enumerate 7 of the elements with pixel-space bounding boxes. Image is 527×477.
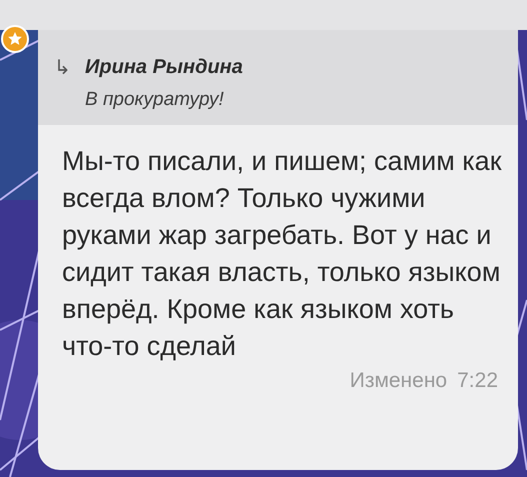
reply-author: Ирина Рындина bbox=[85, 56, 243, 79]
reply-text: В прокуратуру! bbox=[85, 89, 225, 111]
reply-quote[interactable]: ↳ Ирина Рындина В прокуратуру! bbox=[38, 30, 518, 125]
message-time: 7:22 bbox=[457, 369, 498, 393]
reply-arrow: ↳ bbox=[54, 56, 71, 81]
message-text: Мы-то писали, и пишем; самим как всегда влом? Только чужими руками жар загребать. Вот у нас и сидит такая власть, только языком вперёд. Кроме как языком хоть что-то сделай bbox=[62, 145, 503, 363]
edited-label: Изменено bbox=[350, 369, 448, 393]
